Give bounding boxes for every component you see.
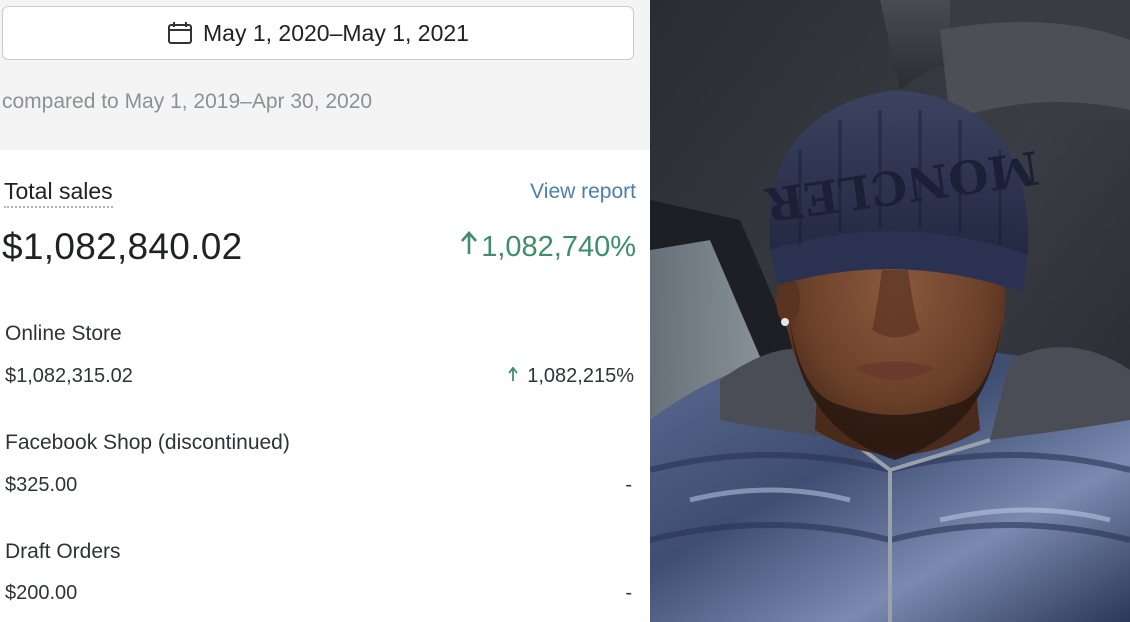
arrow-up-icon [507, 365, 519, 388]
comparison-label: compared to May 1, 2019–Apr 30, 2020 [2, 90, 373, 113]
channel-label-facebook-shop: Facebook Shop (discontinued) [5, 431, 290, 454]
channel-label-online-store: Online Store [5, 322, 122, 345]
channel-value-online-store: $1,082,315.02 [5, 365, 133, 387]
date-filter-area: May 1, 2020–May 1, 2021 compared to May … [0, 0, 650, 150]
total-sales-label: Total sales [4, 178, 113, 208]
calendar-icon [167, 21, 193, 45]
total-sales-change-value: 1,082,740% [481, 230, 636, 263]
channel-change-draft-orders: - [625, 582, 632, 604]
person-illustration: MONCLER [650, 0, 1130, 622]
view-report-link[interactable]: View report [530, 180, 636, 204]
channel-value-facebook-shop: $325.00 [5, 474, 78, 496]
arrow-up-icon [459, 230, 479, 264]
screen: May 1, 2020–May 1, 2021 compared to May … [0, 0, 1130, 622]
channel-change-facebook-shop: - [625, 474, 632, 496]
total-sales-change: 1,082,740% [459, 230, 636, 264]
date-range-button[interactable]: May 1, 2020–May 1, 2021 [2, 6, 634, 60]
analytics-panel: May 1, 2020–May 1, 2021 compared to May … [0, 0, 650, 622]
channel-change-value: 1,082,215% [527, 365, 634, 387]
channel-value-draft-orders: $200.00 [5, 582, 78, 604]
channel-label-draft-orders: Draft Orders [5, 540, 121, 563]
video-frame: MONCLER [650, 0, 1130, 622]
date-range-label: May 1, 2020–May 1, 2021 [203, 19, 469, 46]
total-sales-value: $1,082,840.02 [2, 226, 243, 267]
channel-change-online-store: 1,082,215% [507, 365, 634, 388]
